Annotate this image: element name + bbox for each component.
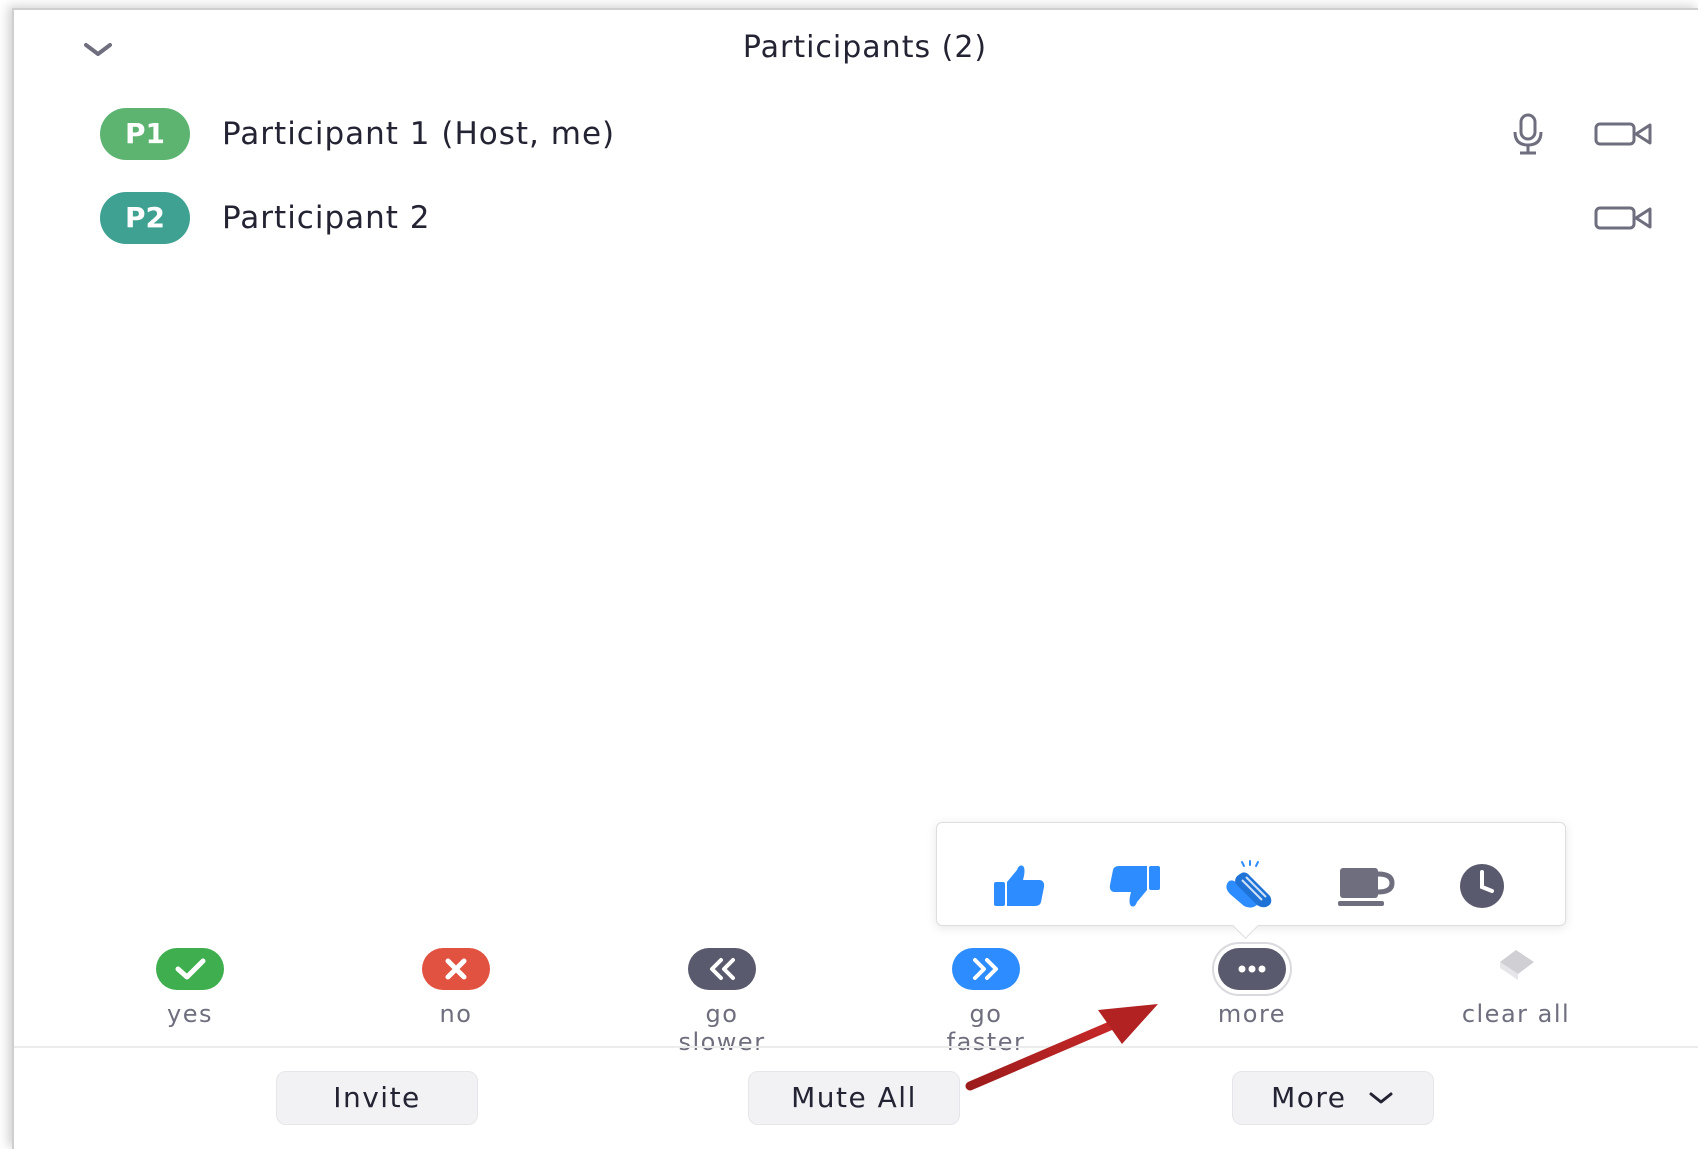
participant-name: Participant 1 (Host, me) <box>222 116 616 152</box>
feedback-label: yes <box>167 1000 213 1028</box>
participants-panel <box>12 8 1698 1149</box>
panel-title: Participants (2) <box>742 30 988 65</box>
clapping-hands-icon[interactable] <box>1218 860 1282 912</box>
feedback-no[interactable]: no <box>396 948 516 1028</box>
eraser-icon <box>1482 948 1550 990</box>
chevron-down-icon <box>1367 1072 1395 1124</box>
participant-row[interactable]: P2 Participant 2 <box>0 192 1698 262</box>
feedback-go-slower[interactable]: go slower <box>662 948 782 1056</box>
more-dots-icon <box>1218 948 1286 990</box>
invite-button[interactable]: Invite <box>276 1071 478 1125</box>
video-camera-icon[interactable] <box>1594 121 1654 151</box>
more-button-label: More <box>1271 1081 1347 1114</box>
thumbs-down-icon[interactable] <box>1102 860 1166 912</box>
participant-name: Participant 2 <box>222 200 431 236</box>
fast-forward-icon <box>952 948 1020 990</box>
feedback-more[interactable]: more <box>1192 948 1312 1028</box>
feedback-go-faster[interactable]: go faster <box>926 948 1046 1056</box>
video-camera-icon[interactable] <box>1594 205 1654 235</box>
feedback-label: no <box>439 1000 473 1028</box>
check-icon <box>156 948 224 990</box>
clock-icon[interactable] <box>1450 860 1514 912</box>
close-icon <box>422 948 490 990</box>
mute-all-button[interactable]: Mute All <box>748 1071 960 1125</box>
avatar: P2 <box>100 192 190 244</box>
avatar: P1 <box>100 108 190 160</box>
feedback-label: more <box>1217 1000 1287 1028</box>
divider <box>14 1046 1698 1048</box>
feedback-yes[interactable]: yes <box>130 948 250 1028</box>
feedback-clear-all[interactable]: clear all <box>1456 948 1576 1028</box>
more-button[interactable]: More <box>1232 1071 1434 1125</box>
feedback-label: clear all <box>1461 1000 1571 1028</box>
thumbs-up-icon[interactable] <box>988 860 1052 912</box>
participant-row[interactable]: P1 Participant 1 (Host, me) <box>0 108 1698 178</box>
rewind-icon <box>688 948 756 990</box>
microphone-icon[interactable] <box>1510 112 1546 160</box>
coffee-cup-icon[interactable] <box>1334 860 1398 912</box>
